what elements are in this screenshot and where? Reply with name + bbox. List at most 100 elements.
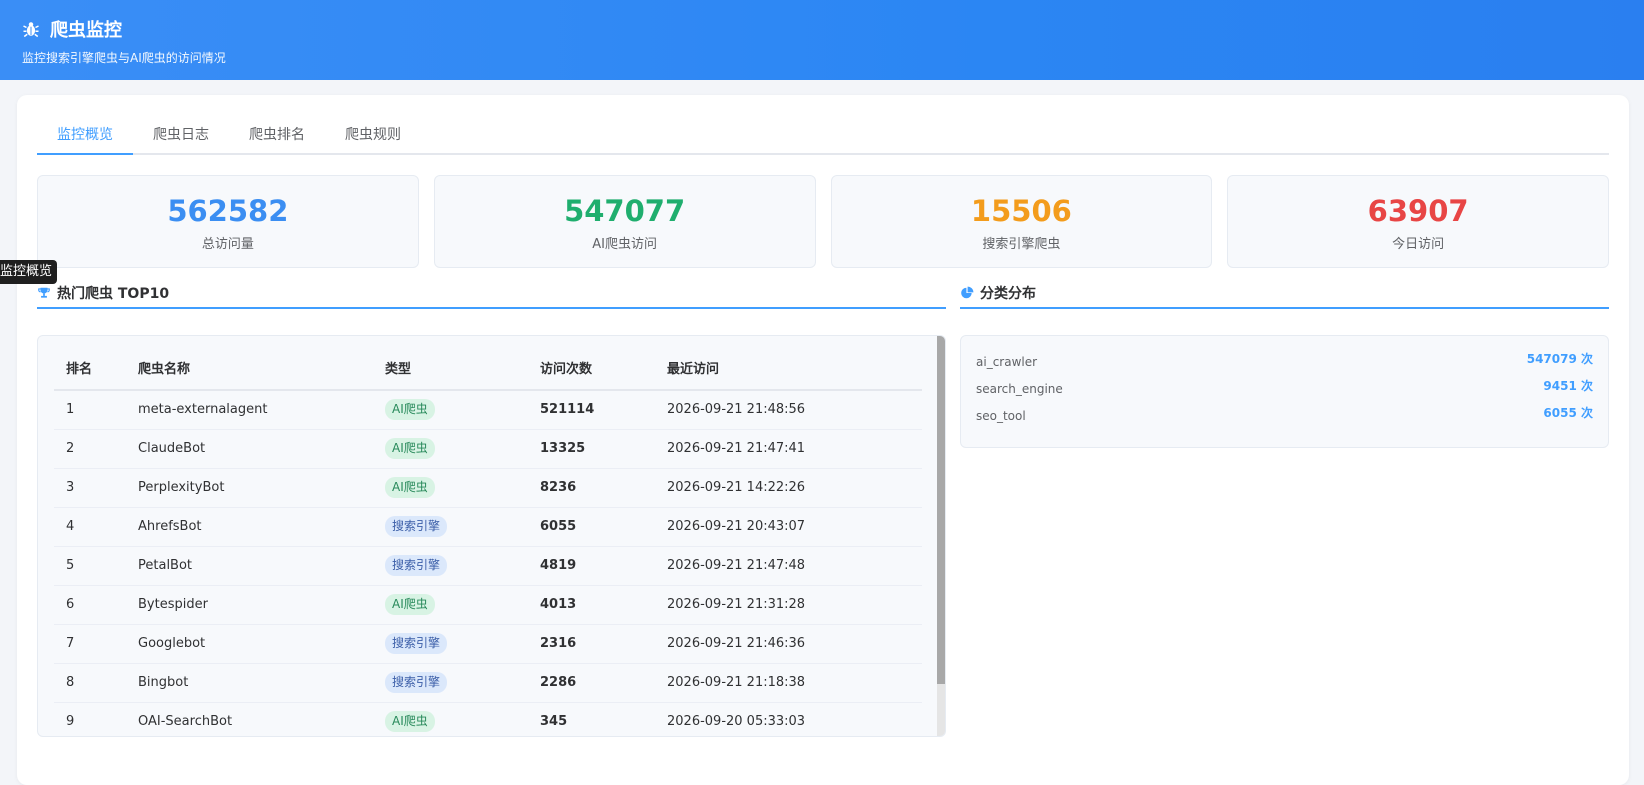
column-header-rank[interactable]: 排名 bbox=[54, 346, 138, 391]
last-visit-cell: 2026-09-21 21:48:56 bbox=[667, 390, 922, 430]
type-cell: 搜索引擎 bbox=[385, 507, 540, 547]
last-visit-cell: 2026-09-21 20:43:07 bbox=[667, 507, 922, 547]
top10-table-container: 排名 爬虫名称 类型 访问次数 最近访问 1 meta-externalagent… bbox=[37, 335, 946, 737]
count-cell: 2286 bbox=[540, 663, 667, 703]
column-header-type[interactable]: 类型 bbox=[385, 346, 540, 391]
table-row[interactable]: 6 Bytespider AI爬虫 4013 2026-09-21 21:31:28 bbox=[54, 585, 922, 625]
section-title-text: 热门爬虫 TOP10 bbox=[57, 286, 170, 302]
last-visit-cell: 2026-09-21 21:47:41 bbox=[667, 429, 922, 469]
type-badge: AI爬虫 bbox=[385, 477, 435, 498]
tab-ranking[interactable]: 爬虫排名 bbox=[229, 117, 325, 153]
column-header-last-visit[interactable]: 最近访问 bbox=[667, 346, 922, 391]
stat-value: 15506 bbox=[970, 194, 1072, 228]
stat-label: AI爬虫访问 bbox=[592, 237, 657, 252]
rank-cell: 6 bbox=[54, 585, 138, 625]
type-badge: AI爬虫 bbox=[385, 438, 435, 459]
name-cell: Bytespider bbox=[138, 585, 385, 625]
tab-logs[interactable]: 爬虫日志 bbox=[133, 117, 229, 153]
table-row[interactable]: 1 meta-externalagent AI爬虫 521114 2026-09-21 … bbox=[54, 390, 922, 430]
type-badge: 搜索引擎 bbox=[385, 555, 448, 576]
distribution-section-title: 分类分布 bbox=[960, 279, 1609, 309]
stat-value: 63907 bbox=[1367, 194, 1469, 228]
main-card: 监控概览 爬虫日志 爬虫排名 爬虫规则 562582 总访问量 547077 A… bbox=[17, 95, 1629, 785]
stat-label: 总访问量 bbox=[201, 237, 254, 252]
table-row[interactable]: 8 Bingbot 搜索引擎 2286 2026-09-21 21:18:38 bbox=[54, 663, 922, 703]
type-cell: AI爬虫 bbox=[385, 702, 540, 736]
stat-value: 547077 bbox=[564, 194, 686, 228]
table-scrollbar[interactable] bbox=[937, 336, 945, 736]
column-header-name[interactable]: 爬虫名称 bbox=[138, 346, 385, 391]
page-title: 爬虫监控 bbox=[50, 20, 122, 41]
list-item: seo_tool 6055 次 bbox=[976, 404, 1593, 431]
tab-tooltip: 监控概览 bbox=[0, 260, 58, 284]
category-name: ai_crawler bbox=[976, 355, 1038, 369]
table-row[interactable]: 2 ClaudeBot AI爬虫 13325 2026-09-21 21:47:41 bbox=[54, 429, 922, 469]
type-cell: AI爬虫 bbox=[385, 429, 540, 469]
name-cell: OAI-SearchBot bbox=[138, 702, 385, 736]
rank-cell: 8 bbox=[54, 663, 138, 703]
table-row[interactable]: 7 Googlebot 搜索引擎 2316 2026-09-21 21:46:36 bbox=[54, 624, 922, 664]
type-cell: AI爬虫 bbox=[385, 468, 540, 508]
top10-section-title: 热门爬虫 TOP10 bbox=[37, 279, 946, 309]
last-visit-cell: 2026-09-21 21:46:36 bbox=[667, 624, 922, 664]
table-row[interactable]: 3 PerplexityBot AI爬虫 8236 2026-09-21 14:22:2… bbox=[54, 468, 922, 508]
distribution-list: ai_crawler 547079 次 search_engine 9451 次… bbox=[960, 335, 1609, 448]
last-visit-cell: 2026-09-21 21:18:38 bbox=[667, 663, 922, 703]
rank-cell: 1 bbox=[54, 390, 138, 430]
type-badge: AI爬虫 bbox=[385, 399, 435, 421]
count-cell: 345 bbox=[540, 702, 667, 736]
stat-value: 562582 bbox=[167, 194, 289, 228]
page-subtitle: 监控搜索引擎爬虫与AI爬虫的访问情况 bbox=[22, 51, 226, 65]
count-cell: 4819 bbox=[540, 546, 667, 586]
last-visit-cell: 2026-09-21 14:22:26 bbox=[667, 468, 922, 508]
count-cell: 2316 bbox=[540, 624, 667, 664]
list-item: ai_crawler 547079 次 bbox=[976, 350, 1593, 377]
tab-overview[interactable]: 监控概览 bbox=[37, 117, 133, 155]
category-count: 6055 次 bbox=[1543, 406, 1593, 420]
table-row[interactable]: 4 AhrefsBot 搜索引擎 6055 2026-09-21 20:43:07 bbox=[54, 507, 922, 547]
table-row[interactable]: 9 OAI-SearchBot AI爬虫 345 2026-09-20 05:33:03 bbox=[54, 702, 922, 736]
table-body: 1 meta-externalagent AI爬虫 521114 2026-09-21 … bbox=[54, 390, 922, 736]
type-badge: AI爬虫 bbox=[385, 711, 435, 732]
name-cell: Googlebot bbox=[138, 624, 385, 664]
name-cell: Bingbot bbox=[138, 663, 385, 703]
table-row[interactable]: 5 PetalBot 搜索引擎 4819 2026-09-21 21:47:48 bbox=[54, 546, 922, 586]
tab-bar: 监控概览 爬虫日志 爬虫排名 爬虫规则 bbox=[37, 117, 1609, 155]
stat-label: 搜索引擎爬虫 bbox=[982, 237, 1061, 252]
stats-row: 562582 总访问量 547077 AI爬虫访问 15506 搜索引擎爬虫 6… bbox=[37, 175, 1609, 268]
type-cell: 搜索引擎 bbox=[385, 546, 540, 586]
stat-label: 今日访问 bbox=[1392, 237, 1445, 252]
type-badge: 搜索引擎 bbox=[385, 672, 448, 693]
type-cell: 搜索引擎 bbox=[385, 663, 540, 703]
bug-icon bbox=[23, 22, 39, 38]
category-count: 547079 次 bbox=[1526, 352, 1593, 366]
count-cell: 13325 bbox=[540, 429, 667, 469]
category-name: seo_tool bbox=[976, 409, 1026, 423]
pie-chart-icon bbox=[961, 286, 974, 299]
table-header-row: 排名 爬虫名称 类型 访问次数 最近访问 bbox=[54, 346, 922, 391]
page-header: 爬虫监控 监控搜索引擎爬虫与AI爬虫的访问情况 bbox=[0, 0, 1644, 80]
type-badge: AI爬虫 bbox=[385, 594, 435, 615]
scrollbar-thumb[interactable] bbox=[937, 336, 945, 684]
type-cell: AI爬虫 bbox=[385, 390, 540, 430]
trophy-icon bbox=[38, 287, 50, 298]
count-cell: 6055 bbox=[540, 507, 667, 547]
list-item: search_engine 9451 次 bbox=[976, 377, 1593, 404]
category-name: search_engine bbox=[976, 382, 1063, 396]
rank-cell: 5 bbox=[54, 546, 138, 586]
last-visit-cell: 2026-09-20 05:33:03 bbox=[667, 702, 922, 736]
tab-rules[interactable]: 爬虫规则 bbox=[325, 117, 421, 153]
type-cell: AI爬虫 bbox=[385, 585, 540, 625]
name-cell: ClaudeBot bbox=[138, 429, 385, 469]
top10-table: 排名 爬虫名称 类型 访问次数 最近访问 1 meta-externalagent… bbox=[54, 346, 922, 736]
count-cell: 8236 bbox=[540, 468, 667, 508]
column-header-count[interactable]: 访问次数 bbox=[540, 346, 667, 391]
name-cell: AhrefsBot bbox=[138, 507, 385, 547]
name-cell: PetalBot bbox=[138, 546, 385, 586]
rank-cell: 3 bbox=[54, 468, 138, 508]
last-visit-cell: 2026-09-21 21:31:28 bbox=[667, 585, 922, 625]
stat-search-engine: 15506 搜索引擎爬虫 bbox=[830, 175, 1213, 268]
count-cell: 4013 bbox=[540, 585, 667, 625]
section-title-text: 分类分布 bbox=[980, 286, 1036, 302]
rank-cell: 2 bbox=[54, 429, 138, 469]
